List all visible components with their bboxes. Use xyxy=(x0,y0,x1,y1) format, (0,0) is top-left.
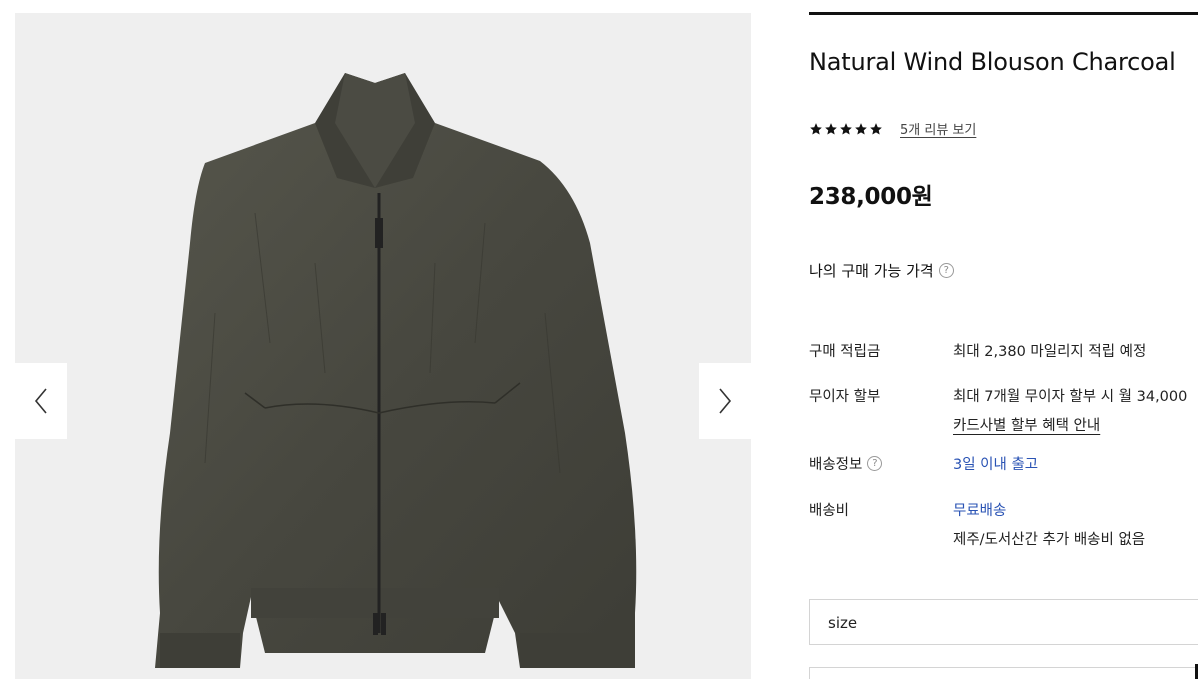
shipping-info-label: 배송정보 xyxy=(809,457,863,473)
shipping-fee-values: 무료배송 제주/도서산간 추가 배송비 없음 xyxy=(953,499,1145,549)
product-price: 238,000원 xyxy=(809,184,933,210)
top-divider xyxy=(809,12,1198,15)
product-page: Natural Wind Blouson Charcoal 5개 리뷰 보기 2… xyxy=(0,0,1198,679)
gallery-next-button[interactable] xyxy=(699,363,751,439)
question-circle-icon[interactable]: ? xyxy=(867,456,883,471)
chevron-left-icon xyxy=(34,388,47,414)
size-select[interactable]: size xyxy=(809,599,1198,645)
star-icon xyxy=(825,122,837,135)
shipping-fee-value: 무료배송 xyxy=(953,503,1007,519)
chevron-right-icon xyxy=(719,388,732,414)
points-value: 최대 2,380 마일리지 적립 예정 xyxy=(953,344,1147,360)
star-icon xyxy=(840,122,852,135)
shipping-fee-note: 제주/도서산간 추가 배송비 없음 xyxy=(953,532,1146,548)
star-icon xyxy=(870,122,882,135)
product-image-gallery xyxy=(15,13,751,679)
shipping-fee-label: 배송비 xyxy=(809,503,850,519)
my-purchase-price: 나의 구매 가능 가격 ? xyxy=(809,260,954,281)
product-title: Natural Wind Blouson Charcoal xyxy=(809,48,1176,76)
installment-label: 무이자 할부 xyxy=(809,389,881,405)
color-select[interactable] xyxy=(809,667,1198,679)
points-label: 구매 적립금 xyxy=(809,344,881,360)
shipping-info-value: 3일 이내 출고 xyxy=(953,457,1039,473)
question-circle-icon[interactable]: ? xyxy=(938,263,954,278)
rating-row: 5개 리뷰 보기 xyxy=(809,119,976,138)
shipping-info-label-group: 배송정보 ? xyxy=(809,453,883,474)
star-icon xyxy=(855,122,867,135)
installment-values: 최대 7개월 무이자 할부 시 월 34,000 카드사별 할부 혜택 안내 xyxy=(953,385,1187,435)
rating-stars xyxy=(809,122,883,136)
installment-value: 최대 7개월 무이자 할부 시 월 34,000 xyxy=(953,389,1188,405)
view-reviews-link[interactable]: 5개 리뷰 보기 xyxy=(900,119,976,138)
gallery-prev-button[interactable] xyxy=(15,363,67,439)
installment-card-link[interactable]: 카드사별 할부 혜택 안내 xyxy=(953,414,1187,435)
product-info-panel: Natural Wind Blouson Charcoal 5개 리뷰 보기 2… xyxy=(809,0,1198,679)
my-price-label: 나의 구매 가능 가격 xyxy=(809,262,934,280)
star-icon xyxy=(810,122,822,135)
product-image-jacket xyxy=(155,73,637,668)
